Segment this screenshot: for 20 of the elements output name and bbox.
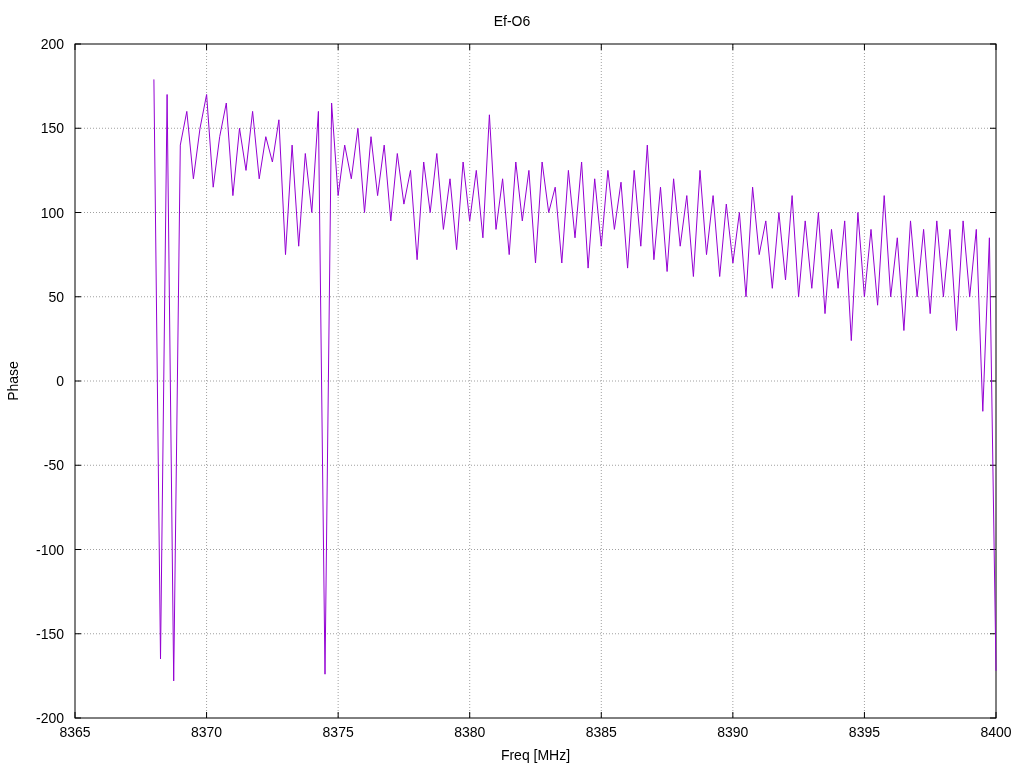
x-axis-label: Freq [MHz] [500, 747, 571, 763]
y-tick-label: 100 [40, 204, 64, 221]
x-tick-label: 8395 [848, 724, 880, 740]
x-tick-label: 8385 [585, 724, 617, 740]
x-tick-label: 8365 [59, 724, 91, 740]
y-tick-label: 200 [40, 36, 64, 52]
y-tick-label: -50 [43, 457, 64, 474]
y-axis-label: Phase [5, 361, 21, 401]
x-tick-label: 8390 [717, 724, 749, 740]
x-tick-label: 8370 [191, 724, 223, 740]
y-tick-label: 50 [48, 288, 64, 305]
chart-title: Ef-O6 [493, 13, 531, 29]
y-tick-label: -200 [35, 710, 64, 726]
x-tick-label: 8400 [980, 724, 1012, 740]
y-tick-label: 150 [40, 120, 64, 137]
y-tick-label: -100 [35, 541, 64, 558]
y-tick-label: 0 [56, 373, 64, 389]
x-tick-label: 8375 [322, 724, 354, 740]
x-tick-label: 8380 [454, 724, 486, 740]
y-tick-label: -150 [35, 625, 64, 642]
